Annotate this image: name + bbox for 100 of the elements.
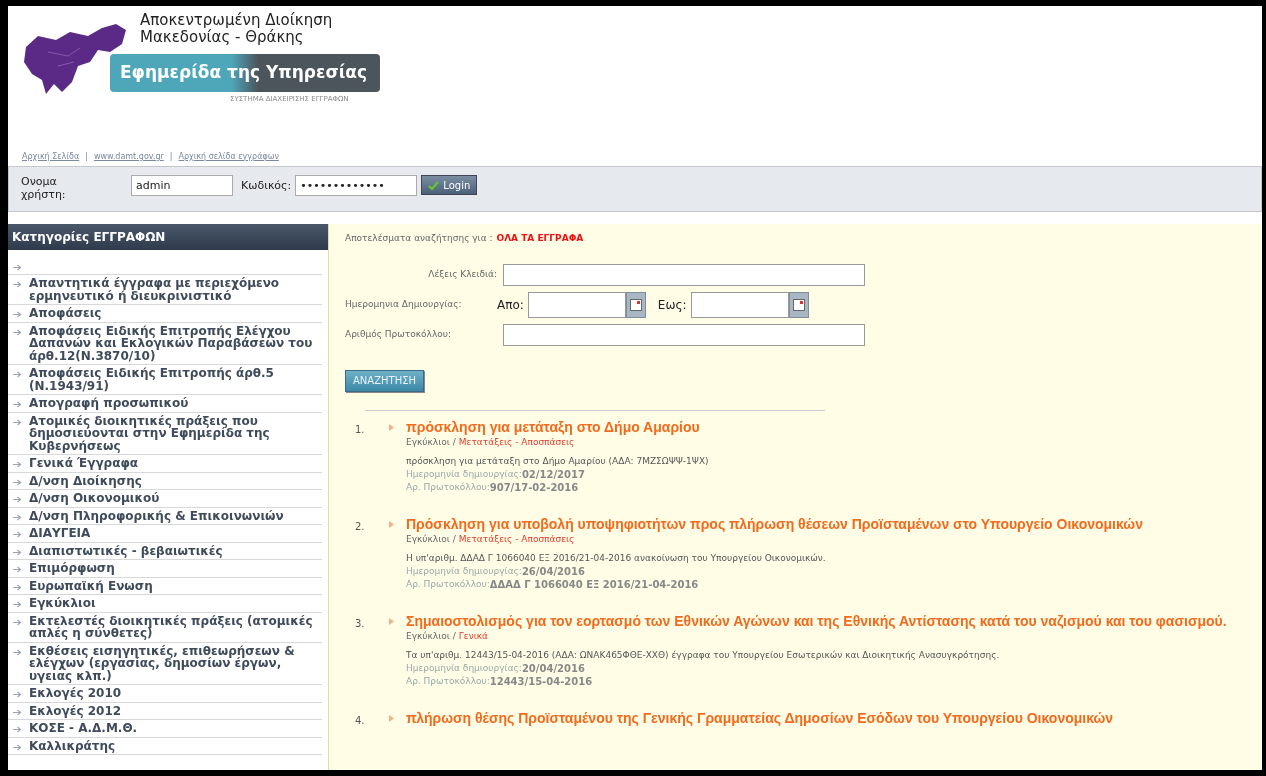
header-link[interactable]: Αρχική σελίδα εγγράφων (178, 151, 279, 163)
result-description: πρόσκληση για μετάταξη στο Δήμο Αμαρίου (ΑΔΑ: 7ΜΖΣΩΨΨ-1ΨΧ) (406, 454, 709, 468)
sidebar-item[interactable]: Δ/νση Οικονομικού (8, 490, 322, 508)
calendar-icon (629, 298, 642, 311)
sidebar-item[interactable]: Διαπιστωτικές - βεβαιωτικές (8, 542, 322, 560)
subcategory-link[interactable]: Μετατάξεις - Αποσπάσεις (458, 532, 575, 546)
calendar-button[interactable] (788, 291, 809, 318)
arrow-icon (13, 691, 22, 698)
keywords-label: Λέξεις Κλειδιά: (427, 267, 498, 281)
checkmark-icon (428, 180, 440, 190)
arrow-icon (13, 583, 22, 591)
result-description: Τα υπ'αριθμ. 12443/15-04-2016 (ΑΔΑ: ΩΝΑΚ465ΦΘΕ-ΧΧΘ) έγγραφα του Υπουργείου Εσωτερικών και Διοικητικής Ανασυγκρότησης. (406, 648, 1001, 662)
protocol-value: 907/17-02-2016 (489, 480, 579, 494)
sidebar-item[interactable]: Απογραφή προσωπικού (8, 395, 322, 413)
date-label: Ημερομηνία δημιουργίας: (406, 467, 522, 481)
arrow-icon (13, 478, 22, 486)
keywords-field[interactable] (503, 263, 865, 286)
protocol-label: Αριθμός Πρωτοκόλλου: (345, 327, 452, 341)
sidebar-header: Κατηγορίες ΕΓΓΡΑΦΩΝ (8, 224, 328, 250)
sidebar-item[interactable]: ΔΙΑΥΓΕΙΑ (8, 525, 322, 543)
arrow-icon (13, 418, 22, 426)
arrow-icon (13, 648, 22, 656)
username-field[interactable]: admin (131, 175, 233, 196)
sidebar-item[interactable]: Επιμόρφωση (8, 560, 322, 578)
bullet-icon (389, 423, 394, 431)
result-number: 4. (355, 713, 366, 728)
results-value: ΟΛΑ ΤΑ ΕΓΓΡΑΦΑ (496, 232, 584, 245)
arrow-icon (13, 513, 22, 521)
sidebar-item[interactable]: Αποφάσεις Ειδικής Επιτροπής άρθ.5 (Ν.1943/91) (8, 365, 322, 395)
sidebar-item[interactable]: Αποφάσεις Ειδικής Επιτροπής Ελέγχου Δαπανών και Εκλογικών Παραβάσεων του άρθ.12(Ν.3870/10) (8, 322, 322, 365)
password-field[interactable]: ••••••••••••• (295, 175, 418, 196)
subcategory-link[interactable]: Γενικά (458, 629, 488, 643)
arrow-icon (13, 618, 22, 626)
sidebar-item[interactable]: Εγκύκλιοι (8, 595, 322, 613)
date-value: 02/12/2017 (521, 467, 585, 481)
sidebar-item[interactable]: Απαντητικά έγγραφα με περιεχόμενο ερμηνευτικό ή διευκρινιστικό (8, 275, 322, 305)
arrow-icon (13, 566, 22, 573)
category-separator: / (452, 435, 456, 449)
arrow-icon (13, 601, 22, 608)
result-number: 2. (355, 519, 366, 534)
calendar-button[interactable] (625, 291, 646, 318)
arrow-icon (13, 708, 22, 716)
sidebar-item[interactable]: Δ/νση Πληροφορικής & Επικοινωνιών (8, 507, 322, 525)
calendar-icon (792, 298, 805, 311)
username-label: Ονομα χρήστη: (21, 175, 67, 201)
from-date-field[interactable] (527, 291, 626, 318)
header-link[interactable]: Αρχική Σελίδα (22, 151, 80, 163)
logo-banner: Εφημερίδα της Υπηρεσίας (110, 54, 380, 92)
subcategory-link[interactable]: Μετατάξεις - Αποσπάσεις (458, 435, 575, 449)
sidebar-item[interactable]: Εκθέσεις εισηγητικές, επιθεωρήσεων & ελέγχων (εργασίας, δημοσίων έργων, υγειας κλπ.) (8, 642, 322, 685)
results-label: Αποτελέσματα αναζήτησης για : (345, 232, 493, 245)
sidebar-item[interactable]: Ατομικές διοικητικές πράξεις που δημοσιεύονται στην Εφημερίδα της Κυβερνήσεως (8, 412, 322, 455)
protocol-value: 12443/15-04-2016 (489, 674, 593, 688)
bullet-icon (389, 520, 394, 528)
result-description: Η υπ'αριθμ. ΔΔΑΔ Γ 1066040 ΕΞ 2016/21-04-2016 ανακοίνωση του Υπουργείου Οικονομικών. (406, 551, 827, 565)
sidebar-item[interactable]: Αποφάσεις (8, 305, 322, 323)
protocol-field[interactable] (503, 323, 865, 346)
bullet-icon (389, 714, 394, 722)
category-link[interactable]: Εγκύκλιοι (406, 435, 450, 449)
login-button[interactable]: Login (421, 175, 478, 195)
category-separator: / (452, 532, 456, 546)
sidebar-item[interactable]: Εκτελεστές διοικητικές πράξεις (ατομικές απλές η σύνθετες) (8, 612, 322, 643)
link-separator: | (85, 151, 88, 163)
protocol-label: Αρ. Πρωτοκόλλου: (406, 480, 490, 494)
date-label: Ημερομηνία δημιουργίας: (406, 661, 522, 675)
protocol-label: Αρ. Πρωτοκόλλου: (406, 674, 490, 688)
date-label: Ημερομηνία δημιουργίας: (406, 564, 522, 578)
sidebar-item[interactable]: Εκλογές 2010 (8, 685, 322, 703)
arrow-icon (13, 264, 22, 271)
protocol-label: Αρ. Πρωτοκόλλου: (406, 577, 490, 591)
to-date-field[interactable] (690, 291, 789, 318)
organization-name: Μακεδονίας - Θράκης (139, 29, 304, 46)
sidebar-item[interactable]: Γενικά Έγγραφα (8, 455, 322, 473)
bullet-icon (389, 617, 394, 625)
category-link[interactable]: Εγκύκλιοι (406, 532, 450, 546)
result-number: 3. (355, 616, 366, 631)
header-link[interactable]: www.damt.gov.gr (93, 151, 164, 163)
password-label: Κωδικός: (241, 178, 292, 194)
sidebar-item[interactable]: Ευρωπαϊκή Ενωση (8, 577, 322, 595)
protocol-value: ΔΔΑΔ Γ 1066040 ΕΞ 2016/21-04-2016 (489, 577, 699, 591)
arrow-icon (13, 726, 22, 733)
sidebar-item[interactable]: Εκλογές 2012 (8, 702, 322, 720)
link-separator: | (169, 151, 173, 163)
arrow-icon (13, 311, 22, 318)
to-label: Εως: (657, 296, 687, 314)
arrow-icon (13, 401, 22, 408)
arrow-icon (13, 461, 22, 468)
arrow-icon (13, 531, 22, 538)
arrow-icon (13, 328, 22, 336)
arrow-icon (13, 743, 22, 751)
category-separator: / (452, 629, 456, 643)
category-link[interactable]: Εγκύκλιοι (406, 629, 450, 643)
sidebar-item[interactable]: Δ/νση Διοίκησης (8, 472, 322, 490)
arrow-icon (13, 496, 22, 503)
arrow-icon (13, 371, 22, 378)
result-number: 1. (355, 422, 366, 437)
organization-name: Αποκεντρωμένη Διοίκηση (139, 12, 334, 29)
sidebar-item[interactable]: Καλλικράτης (8, 737, 322, 755)
arrow-icon (13, 281, 22, 288)
sidebar-item[interactable]: ΚΟΣΕ - Α.Δ.Μ.Θ. (8, 720, 322, 738)
